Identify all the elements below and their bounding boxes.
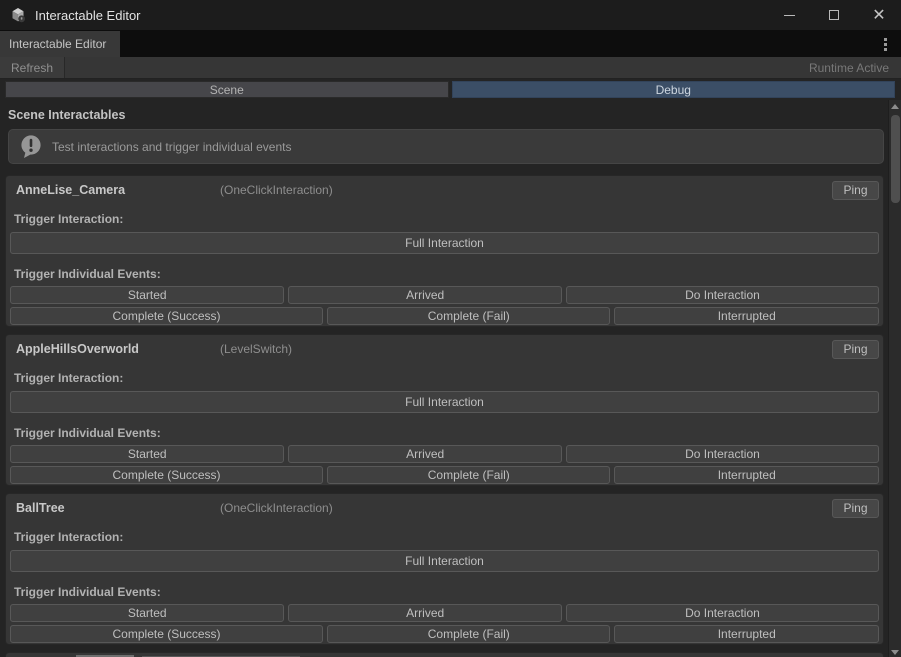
card-header: AppleHillsOverworld (LevelSwitch) Ping xyxy=(10,339,879,359)
event-button-row-2: Complete (Success) Complete (Fail) Inter… xyxy=(10,625,879,643)
scene-interactables-panel: Scene Interactables Test interactions an… xyxy=(0,100,888,657)
complete-success-button[interactable]: Complete (Success) xyxy=(10,625,323,643)
event-button-row-2: Complete (Success) Complete (Fail) Inter… xyxy=(10,466,879,484)
tab-scene[interactable]: Scene xyxy=(5,81,449,98)
interrupted-button[interactable]: Interrupted xyxy=(614,625,879,643)
trigger-interaction-label: Trigger Interaction: xyxy=(14,371,879,385)
interactable-card: BallTree (OneClickInteraction) Ping Trig… xyxy=(5,493,884,645)
interactable-type: (OneClickInteraction) xyxy=(220,183,333,197)
interactable-type: (OneClickInteraction) xyxy=(220,501,333,515)
started-button[interactable]: Started xyxy=(10,604,284,622)
help-box: Test interactions and trigger individual… xyxy=(8,129,884,164)
clipped-next-section xyxy=(5,652,884,657)
complete-fail-button[interactable]: Complete (Fail) xyxy=(327,466,610,484)
event-button-row-2: Complete (Success) Complete (Fail) Inter… xyxy=(10,307,879,325)
do-interaction-button[interactable]: Do Interaction xyxy=(566,604,879,622)
window-title: Interactable Editor xyxy=(35,8,141,23)
complete-success-button[interactable]: Complete (Success) xyxy=(10,307,323,325)
tab-interactable-editor[interactable]: Interactable Editor xyxy=(0,31,120,57)
window-controls: ✕ xyxy=(760,1,901,29)
full-interaction-button[interactable]: Full Interaction xyxy=(10,391,879,413)
event-button-row-1: Started Arrived Do Interaction xyxy=(10,286,879,304)
info-icon xyxy=(19,134,43,159)
do-interaction-button[interactable]: Do Interaction xyxy=(566,445,879,463)
titlebar: Interactable Editor ✕ xyxy=(0,0,901,30)
close-icon: ✕ xyxy=(872,7,885,23)
started-button[interactable]: Started xyxy=(10,445,284,463)
complete-success-button[interactable]: Complete (Success) xyxy=(10,466,323,484)
scroll-area: Scene Interactables Test interactions an… xyxy=(0,100,901,657)
do-interaction-button[interactable]: Do Interaction xyxy=(566,286,879,304)
interrupted-button[interactable]: Interrupted xyxy=(614,466,879,484)
refresh-button[interactable]: Refresh xyxy=(0,57,65,78)
started-button[interactable]: Started xyxy=(10,286,284,304)
toolbar-spacer xyxy=(65,57,809,78)
tab-debug[interactable]: Debug xyxy=(452,81,896,98)
trigger-interaction-label: Trigger Interaction: xyxy=(14,212,879,226)
arrived-button[interactable]: Arrived xyxy=(288,604,561,622)
editor-tab-strip: Interactable Editor xyxy=(0,30,901,57)
interactable-type: (LevelSwitch) xyxy=(220,342,292,356)
arrow-down-icon xyxy=(891,650,899,655)
help-text: Test interactions and trigger individual… xyxy=(52,140,291,154)
scrollbar-thumb[interactable] xyxy=(891,115,900,203)
ping-button[interactable]: Ping xyxy=(832,340,879,359)
page-title: Scene Interactables xyxy=(8,108,888,122)
ping-button[interactable]: Ping xyxy=(832,181,879,200)
runtime-active-label: Runtime Active xyxy=(809,61,901,75)
card-header: AnneLise_Camera (OneClickInteraction) Pi… xyxy=(10,180,879,200)
maximize-button[interactable] xyxy=(818,1,850,29)
trigger-interaction-label: Trigger Interaction: xyxy=(14,530,879,544)
event-button-row-1: Started Arrived Do Interaction xyxy=(10,445,879,463)
scroll-up-button[interactable] xyxy=(889,100,901,112)
close-button[interactable]: ✕ xyxy=(863,1,895,29)
complete-fail-button[interactable]: Complete (Fail) xyxy=(327,307,610,325)
toolbar: Refresh Runtime Active xyxy=(0,57,901,79)
arrived-button[interactable]: Arrived xyxy=(288,445,561,463)
kebab-menu-icon[interactable] xyxy=(878,36,892,52)
interactable-list: AnneLise_Camera (OneClickInteraction) Pi… xyxy=(0,175,888,645)
trigger-events-label: Trigger Individual Events: xyxy=(14,267,879,281)
complete-fail-button[interactable]: Complete (Fail) xyxy=(327,625,610,643)
interactable-name: AnneLise_Camera xyxy=(16,183,220,197)
full-interaction-button[interactable]: Full Interaction xyxy=(10,550,879,572)
trigger-events-label: Trigger Individual Events: xyxy=(14,426,879,440)
interrupted-button[interactable]: Interrupted xyxy=(614,307,879,325)
interactable-card: AppleHillsOverworld (LevelSwitch) Ping T… xyxy=(5,334,884,486)
minimize-icon xyxy=(784,15,795,16)
arrived-button[interactable]: Arrived xyxy=(288,286,561,304)
interactable-name: AppleHillsOverworld xyxy=(16,342,220,356)
interactable-name: BallTree xyxy=(16,501,220,515)
trigger-events-label: Trigger Individual Events: xyxy=(14,585,879,599)
event-button-row-1: Started Arrived Do Interaction xyxy=(10,604,879,622)
cube-icon xyxy=(10,7,26,23)
minimize-button[interactable] xyxy=(773,1,805,29)
ping-button[interactable]: Ping xyxy=(832,499,879,518)
scroll-down-button[interactable] xyxy=(889,646,901,657)
vertical-scrollbar[interactable] xyxy=(888,100,901,657)
card-header: BallTree (OneClickInteraction) Ping xyxy=(10,498,879,518)
full-interaction-button[interactable]: Full Interaction xyxy=(10,232,879,254)
interactable-editor-window: Interactable Editor ✕ Interactable Edito… xyxy=(0,0,901,657)
maximize-icon xyxy=(829,10,839,20)
arrow-up-icon xyxy=(891,104,899,109)
interactable-card: AnneLise_Camera (OneClickInteraction) Pi… xyxy=(5,175,884,327)
view-tabs: Scene Debug xyxy=(5,81,895,98)
